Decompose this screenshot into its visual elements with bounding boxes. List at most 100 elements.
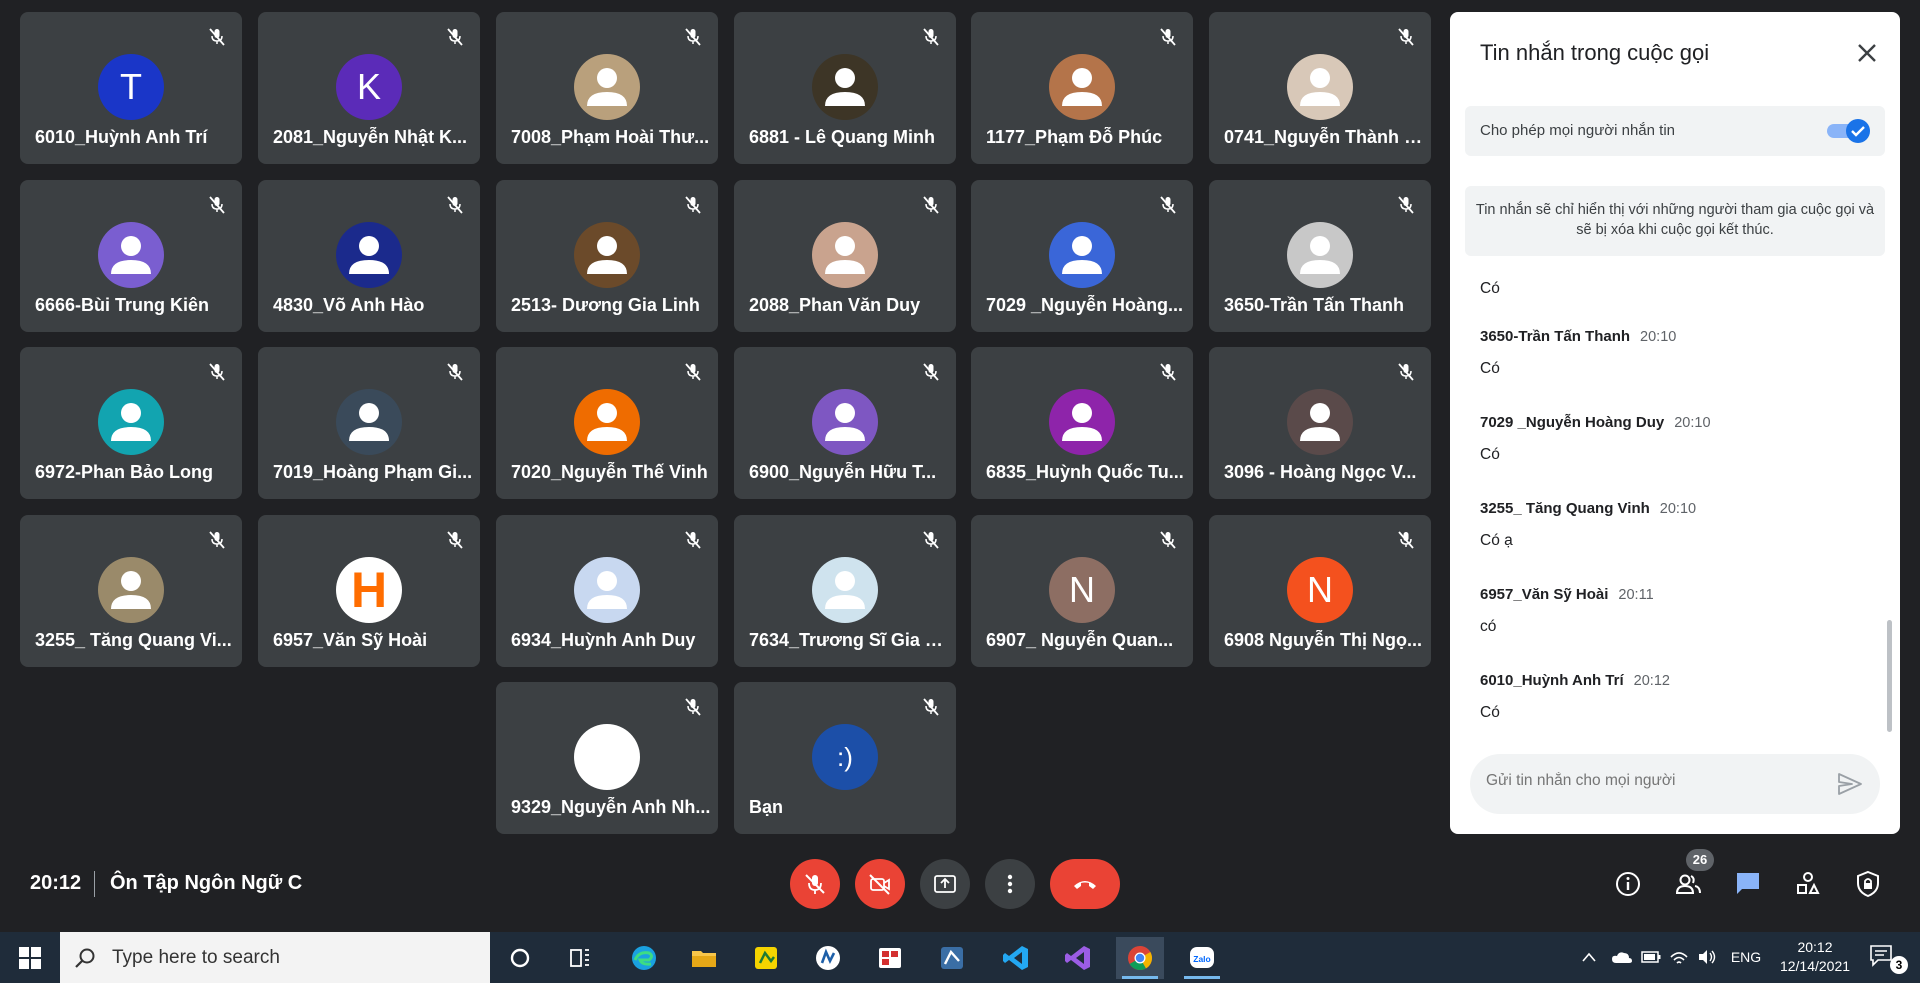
avatar: N — [1049, 557, 1115, 623]
mic-off-icon — [202, 357, 232, 387]
send-icon[interactable] — [1836, 770, 1864, 798]
participant-name: 7029 _Nguyễn Hoàng... — [986, 295, 1184, 315]
mic-off-icon — [440, 525, 470, 555]
participant-tile[interactable]: 6881 - Lê Quang Minh — [734, 12, 956, 164]
meeting-title: Ôn Tập Ngôn Ngữ C — [110, 872, 303, 894]
chat-panel: Tin nhắn trong cuộc gọi Cho phép mọi ngư… — [1450, 12, 1900, 834]
onedrive-icon[interactable] — [1610, 944, 1634, 970]
chat-scrollbar[interactable] — [1887, 620, 1892, 732]
mic-off-icon — [678, 22, 708, 52]
message-sender: 6010_Huỳnh Anh Trí — [1480, 672, 1624, 689]
host-controls-button[interactable] — [1848, 864, 1888, 904]
participant-grid: T 6010_Huỳnh Anh Trí K 2081_Nguyễn Nhật K..… — [20, 12, 1432, 835]
participant-tile[interactable]: N 6908 Nguyễn Thị Ngọ... — [1209, 515, 1431, 667]
chat-panel-title: Tin nhắn trong cuộc gọi — [1480, 40, 1710, 65]
participant-name: 6934_Huỳnh Anh Duy — [511, 630, 696, 650]
volume-icon[interactable] — [1696, 944, 1718, 970]
tray-chevron-up-icon[interactable] — [1578, 944, 1600, 970]
participant-tile[interactable]: H 6957_Văn Sỹ Hoài — [258, 515, 480, 667]
participant-tile[interactable]: 1177_Phạm Đỗ Phúc — [971, 12, 1193, 164]
participant-name: 7008_Phạm Hoài Thư... — [511, 127, 710, 147]
mic-off-icon — [916, 357, 946, 387]
participant-tile[interactable]: 2088_Phan Văn Duy — [734, 180, 956, 332]
mic-off-icon — [202, 22, 232, 52]
windows-icon — [19, 946, 41, 969]
mic-off-button[interactable] — [790, 859, 840, 909]
allow-messages-label: Cho phép mọi người nhắn tin — [1480, 122, 1675, 139]
participant-tile[interactable]: 7020_Nguyễn Thế Vinh — [496, 347, 718, 499]
participant-tile[interactable]: 6934_Huỳnh Anh Duy — [496, 515, 718, 667]
participant-tile[interactable]: 6835_Huỳnh Quốc Tu... — [971, 347, 1193, 499]
participant-tile[interactable]: 6900_Nguyễn Hữu T... — [734, 347, 956, 499]
avatar: N — [1287, 557, 1353, 623]
participant-tile[interactable]: N 6907_ Nguyễn Quan... — [971, 515, 1193, 667]
participant-name: 6881 - Lê Quang Minh — [749, 127, 936, 147]
allow-messages-toggle[interactable] — [1825, 118, 1871, 144]
participant-tile[interactable]: 4830_Võ Anh Hào — [258, 180, 480, 332]
file-explorer-button[interactable] — [680, 937, 728, 979]
participant-tile[interactable]: 6666-Bùi Trung Kiên — [20, 180, 242, 332]
participant-tile[interactable]: 2513- Dương Gia Linh — [496, 180, 718, 332]
present-screen-button[interactable] — [920, 859, 970, 909]
vscode-button[interactable] — [992, 937, 1040, 979]
people-icon — [1675, 874, 1701, 894]
divider — [94, 871, 95, 897]
participant-tile[interactable]: 7019_Hoàng Phạm Gi... — [258, 347, 480, 499]
task-view-button[interactable] — [556, 937, 604, 979]
participant-tile[interactable]: 3255_ Tăng Quang Vi... — [20, 515, 242, 667]
taskbar-search[interactable]: Type here to search — [60, 932, 490, 983]
app-button[interactable] — [928, 937, 976, 979]
camera-off-button[interactable] — [855, 859, 905, 909]
participant-tile[interactable]: 0741_Nguyễn Thành Kỷ — [1209, 12, 1431, 164]
chat-icon — [1737, 873, 1759, 894]
message-time: 20:11 — [1618, 587, 1654, 603]
participant-tile[interactable]: T 6010_Huỳnh Anh Trí — [20, 12, 242, 164]
chrome-button[interactable] — [1116, 937, 1164, 979]
visual-studio-button[interactable] — [1054, 937, 1102, 979]
leave-call-button[interactable] — [1050, 859, 1120, 909]
chat-button[interactable] — [1728, 864, 1768, 904]
app-button[interactable] — [866, 937, 914, 979]
message-text: Có — [1480, 360, 1500, 377]
avatar — [98, 389, 164, 455]
close-icon[interactable] — [1852, 38, 1882, 68]
mic-off-icon — [678, 357, 708, 387]
zalo-button[interactable]: Zalo — [1178, 937, 1226, 979]
language-indicator[interactable]: ENG — [1728, 944, 1764, 970]
participant-name: 2081_Nguyễn Nhật K... — [273, 127, 468, 147]
participant-name: 6957_Văn Sỹ Hoài — [273, 630, 428, 650]
meeting-clock: 20:12 — [30, 872, 82, 894]
participant-tile[interactable]: 3096 - Hoàng Ngọc V... — [1209, 347, 1431, 499]
start-button[interactable] — [0, 932, 60, 983]
activities-button[interactable] — [1788, 864, 1828, 904]
avatar — [812, 54, 878, 120]
app-button[interactable] — [742, 937, 790, 979]
participant-tile[interactable]: 7634_Trương Sĩ Gia K... — [734, 515, 956, 667]
more-options-button[interactable] — [985, 859, 1035, 909]
mic-off-icon — [440, 22, 470, 52]
mic-off-icon — [1153, 22, 1183, 52]
info-icon — [1616, 872, 1640, 896]
participant-tile[interactable]: 6972-Phan Bảo Long — [20, 347, 242, 499]
edge-button[interactable] — [620, 937, 668, 979]
mic-off-icon — [1391, 190, 1421, 220]
cortana-button[interactable] — [496, 937, 544, 979]
app-button[interactable] — [804, 937, 852, 979]
mic-off-icon — [1391, 22, 1421, 52]
participant-tile[interactable]: :) Bạn — [734, 682, 956, 834]
battery-icon[interactable] — [1640, 944, 1662, 970]
chat-message-input[interactable] — [1486, 772, 1826, 790]
cortana-icon — [510, 948, 530, 968]
message-text: có — [1480, 618, 1497, 635]
participant-name: 6972-Phan Bảo Long — [35, 462, 214, 482]
taskbar-clock[interactable]: 20:12 12/14/2021 — [1770, 938, 1860, 976]
participant-tile[interactable]: 9329_Nguyễn Anh Nh... — [496, 682, 718, 834]
windows-taskbar: Type here to search Zalo ENG 20:12 12/14… — [0, 932, 1920, 983]
avatar: H — [336, 557, 402, 623]
participant-tile[interactable]: 7008_Phạm Hoài Thư... — [496, 12, 718, 164]
meeting-details-button[interactable] — [1608, 864, 1648, 904]
participant-tile[interactable]: 3650-Trần Tấn Thanh — [1209, 180, 1431, 332]
wifi-icon[interactable] — [1668, 944, 1690, 970]
participant-tile[interactable]: K 2081_Nguyễn Nhật K... — [258, 12, 480, 164]
participant-tile[interactable]: 7029 _Nguyễn Hoàng... — [971, 180, 1193, 332]
